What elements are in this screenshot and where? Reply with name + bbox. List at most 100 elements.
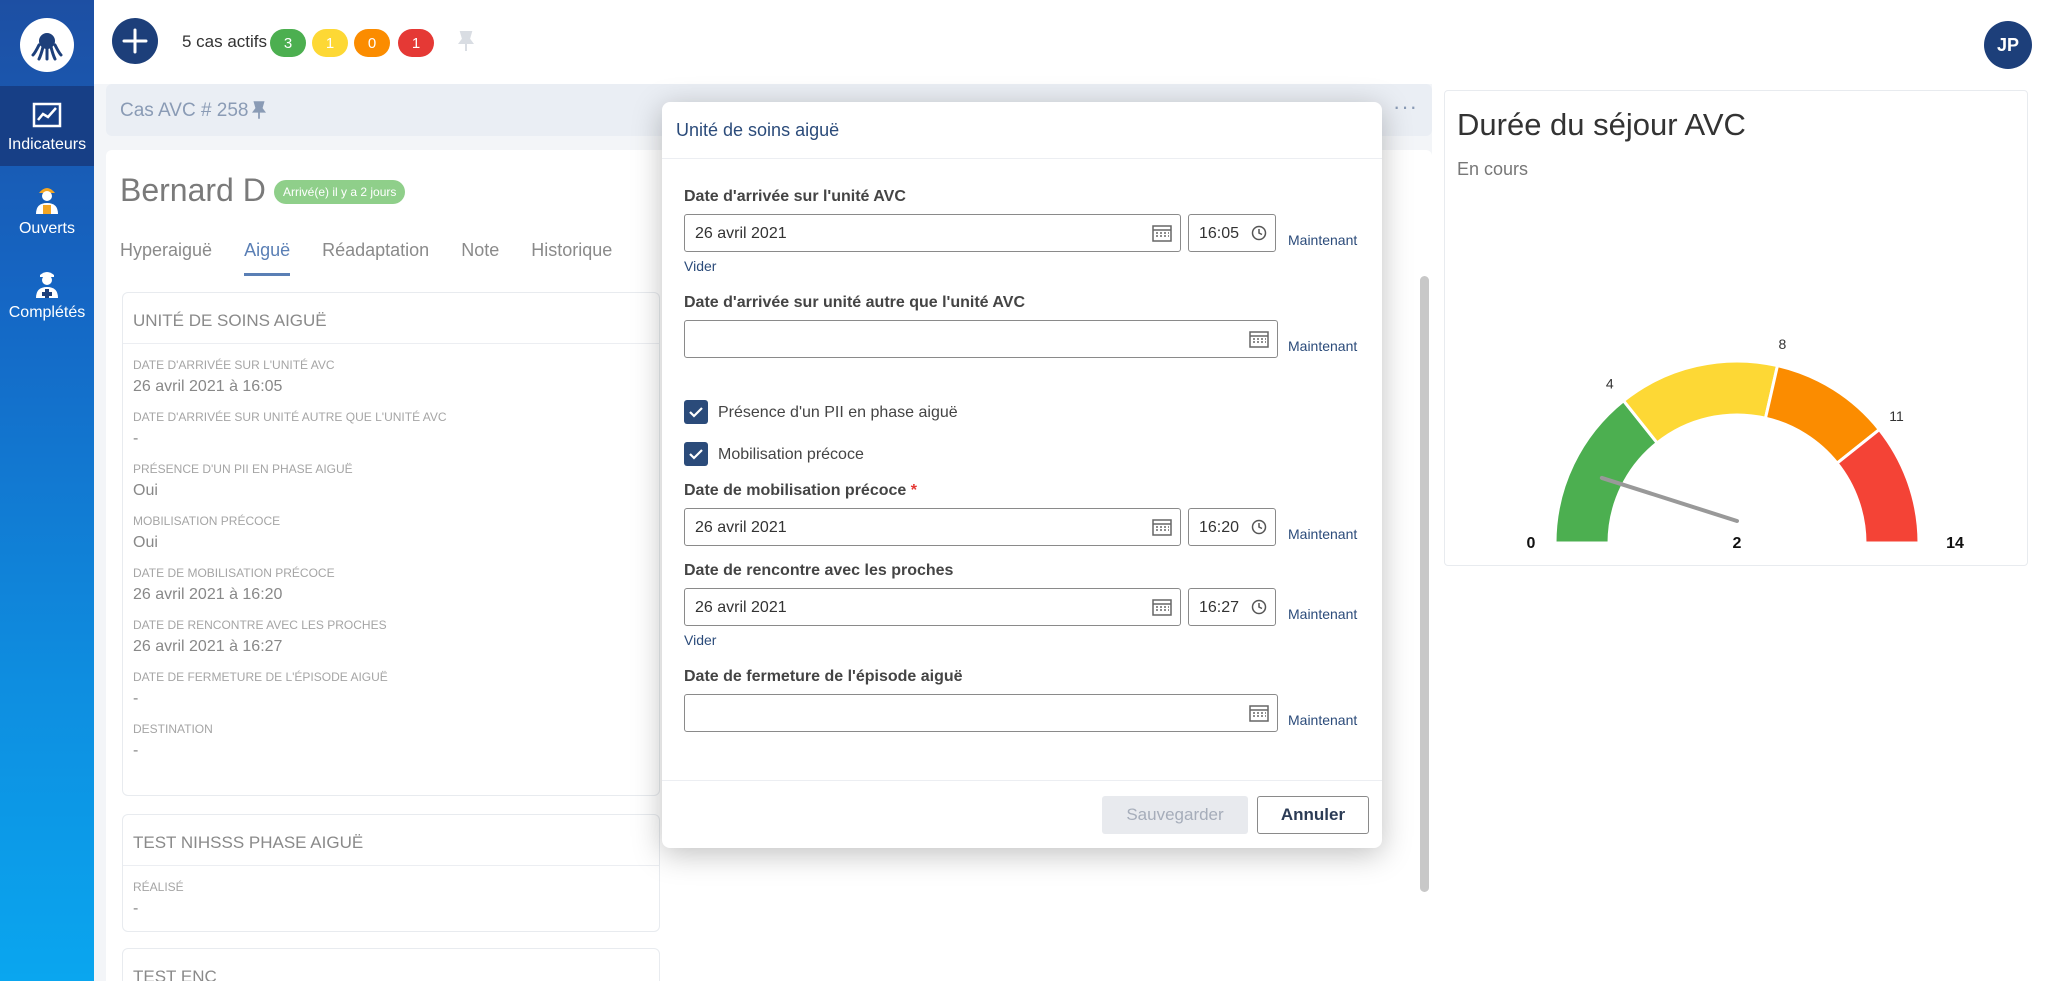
arrival-avc-date-field[interactable]: 26 avril 2021 <box>684 214 1181 252</box>
gauge-needle <box>1599 475 1739 523</box>
arrival-other-label: Date d'arrivée sur unité autre que l'uni… <box>684 294 1026 311</box>
date-value: 26 avril 2021 <box>695 599 787 616</box>
clock-icon[interactable] <box>1251 225 1267 246</box>
sidebar: Indicateurs Ouverts Complétés <box>0 0 94 981</box>
gauge-band-yellow <box>1621 359 1780 446</box>
now-link[interactable]: Maintenant <box>1288 712 1357 728</box>
mobilisation-checkbox[interactable] <box>684 442 708 466</box>
divider <box>662 780 1382 781</box>
modal-title: Unité de soins aiguë <box>676 120 840 140</box>
tab-note[interactable]: Note <box>461 240 499 276</box>
field-label: DATE DE RENCONTRE AVEC LES PROCHES <box>133 618 387 632</box>
sidebar-item-ouverts[interactable]: Ouverts <box>0 170 94 250</box>
count-badge-red[interactable]: 1 <box>398 29 434 57</box>
arrival-avc-time-field[interactable]: 16:05 <box>1188 214 1276 252</box>
now-link[interactable]: Maintenant <box>1288 526 1357 542</box>
clock-icon[interactable] <box>1251 519 1267 540</box>
date-value: 26 avril 2021 <box>695 225 787 242</box>
field-label: DATE DE MOBILISATION PRÉCOCE <box>133 566 335 580</box>
save-button[interactable]: Sauvegarder <box>1102 796 1248 834</box>
tab-historique[interactable]: Historique <box>531 240 612 276</box>
plus-icon <box>122 28 148 54</box>
date-value: 26 avril 2021 <box>695 519 787 536</box>
checkmark-icon <box>689 449 703 460</box>
field-value: Oui <box>133 482 158 499</box>
meeting-date-field[interactable]: 26 avril 2021 <box>684 588 1181 626</box>
arrival-avc-label: Date d'arrivée sur l'unité AVC <box>684 188 906 205</box>
count-badge-yellow[interactable]: 1 <box>312 29 348 57</box>
sidebar-item-completes[interactable]: Complétés <box>0 254 94 334</box>
now-link[interactable]: Maintenant <box>1288 338 1357 354</box>
closing-date-field[interactable] <box>684 694 1278 732</box>
closing-date-label: Date de fermeture de l'épisode aiguë <box>684 668 963 685</box>
divider <box>662 158 1382 159</box>
worker-icon <box>30 182 64 216</box>
sidebar-item-label: Indicateurs <box>7 136 87 153</box>
field-label: DESTINATION <box>133 722 213 736</box>
cancel-button[interactable]: Annuler <box>1257 796 1369 834</box>
section-title: UNITÉ DE SOINS AIGUË <box>123 293 659 344</box>
calendar-icon[interactable] <box>1249 330 1269 353</box>
sidebar-item-indicateurs[interactable]: Indicateurs <box>0 86 94 166</box>
required-marker: * <box>910 482 917 499</box>
count-badge-green[interactable]: 3 <box>270 29 306 57</box>
clear-link[interactable]: Vider <box>684 632 716 648</box>
case-pin-icon[interactable] <box>252 100 266 125</box>
field-value: - <box>133 900 139 917</box>
tab-readaptation[interactable]: Réadaptation <box>322 240 429 276</box>
gauge-value-label: 2 <box>1733 535 1742 552</box>
nurse-icon <box>30 266 64 300</box>
now-link[interactable]: Maintenant <box>1288 606 1357 622</box>
field-value: 26 avril 2021 à 16:05 <box>133 378 283 395</box>
sidebar-item-label: Ouverts <box>18 220 75 237</box>
field-value: - <box>133 690 139 707</box>
enc-section: TEST ENC <box>122 948 660 981</box>
label-text: Date de mobilisation précoce <box>684 482 907 499</box>
gauge-min-label: 0 <box>1527 535 1536 552</box>
count-badge-orange[interactable]: 0 <box>354 29 390 57</box>
field: RÉALISÉ - <box>123 880 659 918</box>
field-label: RÉALISÉ <box>133 880 184 894</box>
field: DATE D'ARRIVÉE SUR L'UNITÉ AVC 26 avril … <box>123 358 659 760</box>
mobilisation-date-field[interactable]: 26 avril 2021 <box>684 508 1181 546</box>
user-avatar[interactable]: JP <box>1984 21 2032 69</box>
section-title: TEST NIHSSS PHASE AIGUË <box>123 815 659 866</box>
time-value: 16:27 <box>1199 599 1240 616</box>
scrollbar[interactable] <box>1420 276 1429 892</box>
octopus-icon <box>31 33 63 61</box>
gauge-chart: 4 8 11 0 14 2 <box>1527 336 1964 552</box>
calendar-icon[interactable] <box>1152 224 1172 247</box>
mobilisation-time-field[interactable]: 16:20 <box>1188 508 1276 546</box>
add-case-button[interactable] <box>112 18 158 64</box>
mobilisation-date-label: Date de mobilisation précoce * <box>684 482 917 500</box>
calendar-icon[interactable] <box>1249 704 1269 727</box>
arrival-other-date-field[interactable] <box>684 320 1278 358</box>
pii-checkbox-label[interactable]: Présence d'un PII en phase aiguë <box>718 404 958 422</box>
arrival-badge: Arrivé(e) il y a 2 jours <box>274 180 406 204</box>
mobilisation-checkbox-label[interactable]: Mobilisation précoce <box>718 446 864 464</box>
pii-checkbox[interactable] <box>684 400 708 424</box>
tab-aigue[interactable]: Aiguë <box>244 240 291 276</box>
field-value: - <box>133 742 139 759</box>
sidebar-item-label: Complétés <box>8 304 86 321</box>
field-value: 26 avril 2021 à 16:20 <box>133 586 283 603</box>
field-label: PRÉSENCE D'UN PII EN PHASE AIGUË <box>133 462 353 476</box>
tab-hyperaigue[interactable]: Hyperaiguë <box>120 240 212 276</box>
meeting-date-label: Date de rencontre avec les proches <box>684 562 954 579</box>
clear-link[interactable]: Vider <box>684 258 716 274</box>
meeting-time-field[interactable]: 16:27 <box>1188 588 1276 626</box>
gauge-threshold-label: 4 <box>1606 376 1614 392</box>
gauge-card: Durée du séjour AVC En cours 4 8 11 0 14 2 <box>1444 90 2028 566</box>
now-link[interactable]: Maintenant <box>1288 232 1357 248</box>
acute-unit-modal: Unité de soins aiguë Date d'arrivée sur … <box>662 102 1382 848</box>
case-tabs: Hyperaiguë Aiguë Réadaptation Note Histo… <box>120 240 644 276</box>
clock-icon[interactable] <box>1251 599 1267 620</box>
app-logo[interactable] <box>20 18 74 72</box>
more-options-icon[interactable]: ··· <box>1393 94 1418 120</box>
time-value: 16:20 <box>1199 519 1240 536</box>
field-value: Oui <box>133 534 158 551</box>
calendar-icon[interactable] <box>1152 518 1172 541</box>
calendar-icon[interactable] <box>1152 598 1172 621</box>
gauge-max-label: 14 <box>1946 535 1964 552</box>
pin-icon[interactable] <box>458 30 474 57</box>
